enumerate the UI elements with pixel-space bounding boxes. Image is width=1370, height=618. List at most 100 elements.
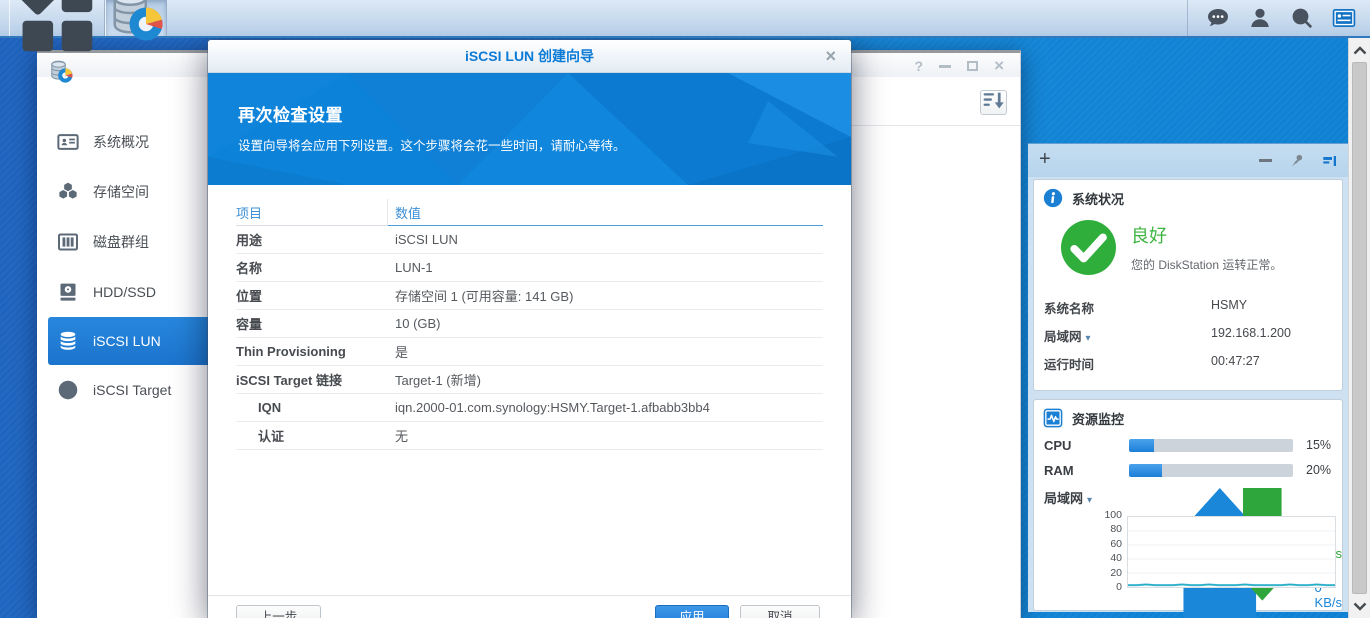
row-label: 名称 xyxy=(236,261,263,276)
resource-monitor-icon xyxy=(1043,408,1063,428)
cpu-progress-bar xyxy=(1129,439,1293,452)
row-value: 10 (GB) xyxy=(395,316,441,331)
desktop-scrollbar[interactable] xyxy=(1348,38,1370,618)
cancel-button[interactable]: 取消 xyxy=(740,605,820,618)
health-status-desc: 您的 DiskStation 运转正常。 xyxy=(1131,258,1283,272)
widgets-panel: + 系统状况 良好 您的 DiskStation 运转正常。 系统名称 HSMY 局… xyxy=(1028,143,1348,618)
help-icon[interactable]: ? xyxy=(915,59,924,73)
chart-y-axis-labels: 100 80 60 40 20 0 xyxy=(1034,510,1122,593)
health-row-value: 00:47:27 xyxy=(1211,354,1260,368)
table-row: Thin Provisioning 是 xyxy=(236,338,823,366)
row-label: 位置 xyxy=(236,289,263,304)
sidebar-item-label: iSCSI LUN xyxy=(93,333,161,349)
search-icon[interactable] xyxy=(1290,6,1314,30)
row-value: iqn.2000-01.com.synology:HSMY.Target-1.a… xyxy=(395,400,710,415)
sidebar-item-5[interactable]: iSCSI Target xyxy=(48,365,208,415)
table-row: 名称 LUN-1 xyxy=(236,254,823,282)
table-row: 用途 iSCSI LUN xyxy=(236,226,823,254)
taskbar xyxy=(0,0,1370,51)
sidebar-item-3[interactable]: HDD/SSD xyxy=(48,267,208,317)
iscsi-lun-wizard-dialog: iSCSI LUN 创建向导 × 再次检查设置 设置向导将会应用下列设置。这个步… xyxy=(208,40,851,618)
storage-space-icon xyxy=(56,180,80,204)
y-tick-label: 100 xyxy=(1104,509,1122,521)
iscsi-target-icon xyxy=(56,378,80,402)
column-header-value[interactable]: 数值 xyxy=(388,199,823,226)
pin-icon[interactable] xyxy=(1289,153,1305,169)
ram-progress-bar xyxy=(1129,464,1293,477)
row-label: iSCSI Target 链接 xyxy=(236,373,342,388)
widgets-panel-header: + xyxy=(1028,144,1348,177)
resource-monitor-title: 资源监控 xyxy=(1072,411,1125,427)
minimize-icon[interactable] xyxy=(939,64,952,68)
user-account-icon[interactable] xyxy=(1248,6,1272,30)
lan-dropdown[interactable]: 局域网 ▾ xyxy=(1044,488,1092,507)
health-row-value: 192.168.1.200 xyxy=(1211,326,1291,340)
add-widget-icon[interactable]: + xyxy=(1039,148,1051,171)
sort-descending-icon xyxy=(981,88,1006,118)
row-value: Target-1 (新增) xyxy=(395,373,481,388)
row-label: Thin Provisioning xyxy=(236,344,346,359)
table-header-row: 项目 数值 xyxy=(236,199,823,226)
sidebar-nav: 系统概况存储空间磁盘群组 HDD/SSD iSCSI LUN iSCSI Target xyxy=(37,117,208,415)
desktop: ? × 系统概况存储空间磁盘群组 HDD/SSD iSCSI LUN iSCSI Ta… xyxy=(0,0,1370,618)
health-row: 运行时间 00:47:27 xyxy=(1044,354,1332,374)
column-header-item[interactable]: 项目 xyxy=(236,199,388,226)
dock-panel-icon[interactable] xyxy=(1322,153,1338,169)
close-icon[interactable]: × xyxy=(994,57,1004,74)
window-sidebar: 系统概况存储空间磁盘群组 HDD/SSD iSCSI LUN iSCSI Target xyxy=(37,77,208,618)
maximize-icon[interactable] xyxy=(967,61,979,71)
sidebar-item-label: 存储空间 xyxy=(93,184,149,200)
notifications-chat-icon[interactable] xyxy=(1206,6,1230,30)
row-label: IQN xyxy=(258,400,282,415)
hdd-ssd-icon xyxy=(56,280,80,304)
dialog-footer: 上一步 应用 取消 xyxy=(208,595,851,618)
system-health-title: 系统状况 xyxy=(1072,191,1125,207)
sidebar-item-label: 磁盘群组 xyxy=(93,234,149,250)
dialog-titlebar[interactable]: iSCSI LUN 创建向导 × xyxy=(208,40,851,73)
window-controls: ? × xyxy=(915,57,1005,74)
health-row: 局域网 ▾ 192.168.1.200 xyxy=(1044,326,1332,346)
dialog-close-icon[interactable]: × xyxy=(825,46,836,66)
row-label: 容量 xyxy=(236,317,263,332)
chevron-down-icon: ▾ xyxy=(1085,333,1091,344)
disk-group-icon xyxy=(56,230,80,254)
apply-button[interactable]: 应用 xyxy=(655,605,729,618)
ram-percent: 20% xyxy=(1306,463,1332,477)
table-rows: 用途 iSCSI LUN 名称 LUN-1 位置 存储空间 1 (可用容量: 141 GB… xyxy=(236,226,823,450)
sidebar-item-0[interactable]: 系统概况 xyxy=(48,117,208,167)
row-value: 是 xyxy=(395,345,409,360)
sidebar-item-1[interactable]: 存储空间 xyxy=(48,167,208,217)
iscsi-lun-icon xyxy=(56,329,80,353)
scroll-down-icon[interactable] xyxy=(1349,594,1370,618)
row-value: 无 xyxy=(395,429,409,444)
table-row: 容量 10 (GB) xyxy=(236,310,823,338)
wizard-step-header: 再次检查设置 设置向导将会应用下列设置。这个步骤将会花一些时间，请耐心等待。 xyxy=(208,73,851,185)
table-row: 认证 无 xyxy=(236,422,823,450)
back-button[interactable]: 上一步 xyxy=(236,605,321,618)
sidebar-item-4[interactable]: iSCSI LUN xyxy=(48,317,208,365)
y-tick-label: 0 xyxy=(1116,581,1122,593)
storage-manager-taskbar-button[interactable] xyxy=(105,0,167,40)
sort-button[interactable] xyxy=(980,90,1007,115)
sidebar-item-2[interactable]: 磁盘群组 xyxy=(48,217,208,267)
settings-summary-table: 项目 数值 用途 iSCSI LUN 名称 LUN-1 位置 存储空间 1 (可用容量: … xyxy=(208,185,851,450)
table-row: IQN iqn.2000-01.com.synology:HSMY.Target-… xyxy=(236,394,823,422)
scrollbar-thumb[interactable] xyxy=(1352,62,1367,594)
dialog-title: iSCSI LUN 创建向导 xyxy=(464,48,595,64)
table-row: iSCSI Target 链接 Target-1 (新增) xyxy=(236,366,823,394)
main-menu-icon xyxy=(10,0,104,68)
table-row: 位置 存储空间 1 (可用容量: 141 GB) xyxy=(236,282,823,310)
storage-manager-icon xyxy=(106,0,166,51)
health-row-label[interactable]: 局域网 ▾ xyxy=(1044,326,1211,346)
scroll-up-icon[interactable] xyxy=(1349,38,1370,62)
system-overview-icon xyxy=(56,130,80,154)
taskbar-right xyxy=(1187,0,1370,36)
collapse-icon[interactable] xyxy=(1259,159,1272,162)
chart-plot-area xyxy=(1127,516,1336,588)
system-health-widget: 系统状况 良好 您的 DiskStation 运转正常。 系统名称 HSMY 局域网… xyxy=(1033,179,1343,391)
widgets-panel-icon[interactable] xyxy=(1332,6,1356,30)
health-status-text: 良好 xyxy=(1131,226,1167,246)
lan-throughput-chart: 100 80 60 40 20 0 xyxy=(1034,510,1342,593)
main-menu-button[interactable] xyxy=(9,0,105,51)
y-tick-label: 40 xyxy=(1110,552,1122,565)
